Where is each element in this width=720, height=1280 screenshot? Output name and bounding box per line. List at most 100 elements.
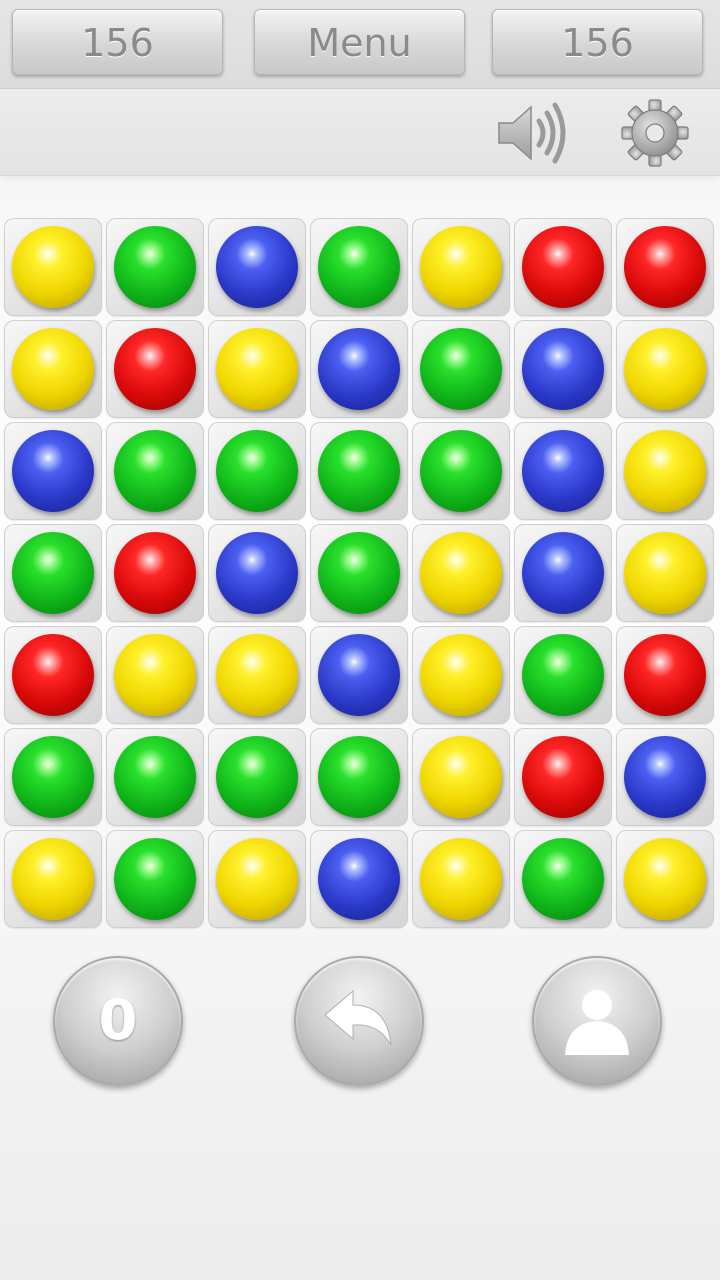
yellow-ball[interactable] <box>624 430 706 512</box>
board-cell[interactable] <box>4 524 102 622</box>
green-ball[interactable] <box>12 532 94 614</box>
yellow-ball[interactable] <box>420 634 502 716</box>
profile-button[interactable] <box>532 956 662 1086</box>
yellow-ball[interactable] <box>216 838 298 920</box>
board-cell[interactable] <box>616 524 714 622</box>
board-cell[interactable] <box>514 728 612 826</box>
board-cell[interactable] <box>616 218 714 316</box>
board-cell[interactable] <box>310 830 408 928</box>
board-cell[interactable] <box>208 320 306 418</box>
red-ball[interactable] <box>114 532 196 614</box>
green-ball[interactable] <box>318 226 400 308</box>
board-cell[interactable] <box>514 218 612 316</box>
blue-ball[interactable] <box>12 430 94 512</box>
red-ball[interactable] <box>522 736 604 818</box>
board-cell[interactable] <box>616 830 714 928</box>
undo-button[interactable] <box>294 956 424 1086</box>
menu-button[interactable]: Menu <box>254 9 465 75</box>
blue-ball[interactable] <box>522 532 604 614</box>
red-ball[interactable] <box>114 328 196 410</box>
yellow-ball[interactable] <box>216 634 298 716</box>
speaker-icon[interactable] <box>495 95 571 171</box>
green-ball[interactable] <box>216 736 298 818</box>
board-cell[interactable] <box>310 728 408 826</box>
board-cell[interactable] <box>106 728 204 826</box>
blue-ball[interactable] <box>318 634 400 716</box>
yellow-ball[interactable] <box>420 838 502 920</box>
red-ball[interactable] <box>624 226 706 308</box>
green-ball[interactable] <box>420 328 502 410</box>
gear-icon[interactable] <box>620 98 690 168</box>
yellow-ball[interactable] <box>12 226 94 308</box>
green-ball[interactable] <box>114 838 196 920</box>
green-ball[interactable] <box>318 532 400 614</box>
yellow-ball[interactable] <box>12 328 94 410</box>
board-cell[interactable] <box>412 728 510 826</box>
blue-ball[interactable] <box>318 838 400 920</box>
board-cell[interactable] <box>310 524 408 622</box>
board-cell[interactable] <box>208 422 306 520</box>
board-cell[interactable] <box>4 422 102 520</box>
board-cell[interactable] <box>310 218 408 316</box>
green-ball[interactable] <box>522 634 604 716</box>
green-ball[interactable] <box>216 430 298 512</box>
board-cell[interactable] <box>412 422 510 520</box>
yellow-ball[interactable] <box>624 532 706 614</box>
green-ball[interactable] <box>114 430 196 512</box>
green-ball[interactable] <box>114 226 196 308</box>
board-cell[interactable] <box>106 524 204 622</box>
yellow-ball[interactable] <box>420 736 502 818</box>
red-ball[interactable] <box>522 226 604 308</box>
blue-ball[interactable] <box>522 430 604 512</box>
yellow-ball[interactable] <box>114 634 196 716</box>
board-cell[interactable] <box>514 422 612 520</box>
board-cell[interactable] <box>4 320 102 418</box>
board-cell[interactable] <box>412 830 510 928</box>
left-score-button[interactable]: 156 <box>12 9 223 75</box>
board-cell[interactable] <box>106 626 204 724</box>
green-ball[interactable] <box>318 430 400 512</box>
green-ball[interactable] <box>318 736 400 818</box>
blue-ball[interactable] <box>318 328 400 410</box>
yellow-ball[interactable] <box>216 328 298 410</box>
board-cell[interactable] <box>208 218 306 316</box>
blue-ball[interactable] <box>216 532 298 614</box>
green-ball[interactable] <box>114 736 196 818</box>
board-cell[interactable] <box>514 626 612 724</box>
yellow-ball[interactable] <box>12 838 94 920</box>
red-ball[interactable] <box>624 634 706 716</box>
green-ball[interactable] <box>420 430 502 512</box>
board-cell[interactable] <box>412 320 510 418</box>
board-cell[interactable] <box>106 218 204 316</box>
board-cell[interactable] <box>310 320 408 418</box>
board-cell[interactable] <box>412 626 510 724</box>
yellow-ball[interactable] <box>420 226 502 308</box>
board-cell[interactable] <box>616 320 714 418</box>
board-cell[interactable] <box>616 422 714 520</box>
board-cell[interactable] <box>106 830 204 928</box>
red-ball[interactable] <box>12 634 94 716</box>
green-ball[interactable] <box>12 736 94 818</box>
board-cell[interactable] <box>208 830 306 928</box>
yellow-ball[interactable] <box>420 532 502 614</box>
board-cell[interactable] <box>4 830 102 928</box>
board-cell[interactable] <box>4 626 102 724</box>
board-cell[interactable] <box>208 524 306 622</box>
green-ball[interactable] <box>522 838 604 920</box>
blue-ball[interactable] <box>522 328 604 410</box>
board-cell[interactable] <box>514 524 612 622</box>
score-button[interactable]: 0 <box>53 956 183 1086</box>
board-cell[interactable] <box>4 218 102 316</box>
board-cell[interactable] <box>616 728 714 826</box>
board-cell[interactable] <box>106 422 204 520</box>
board-cell[interactable] <box>208 626 306 724</box>
board-cell[interactable] <box>412 524 510 622</box>
board-cell[interactable] <box>208 728 306 826</box>
board-cell[interactable] <box>514 320 612 418</box>
board-cell[interactable] <box>310 422 408 520</box>
board-cell[interactable] <box>106 320 204 418</box>
board-cell[interactable] <box>412 218 510 316</box>
yellow-ball[interactable] <box>624 838 706 920</box>
right-score-button[interactable]: 156 <box>492 9 703 75</box>
blue-ball[interactable] <box>216 226 298 308</box>
